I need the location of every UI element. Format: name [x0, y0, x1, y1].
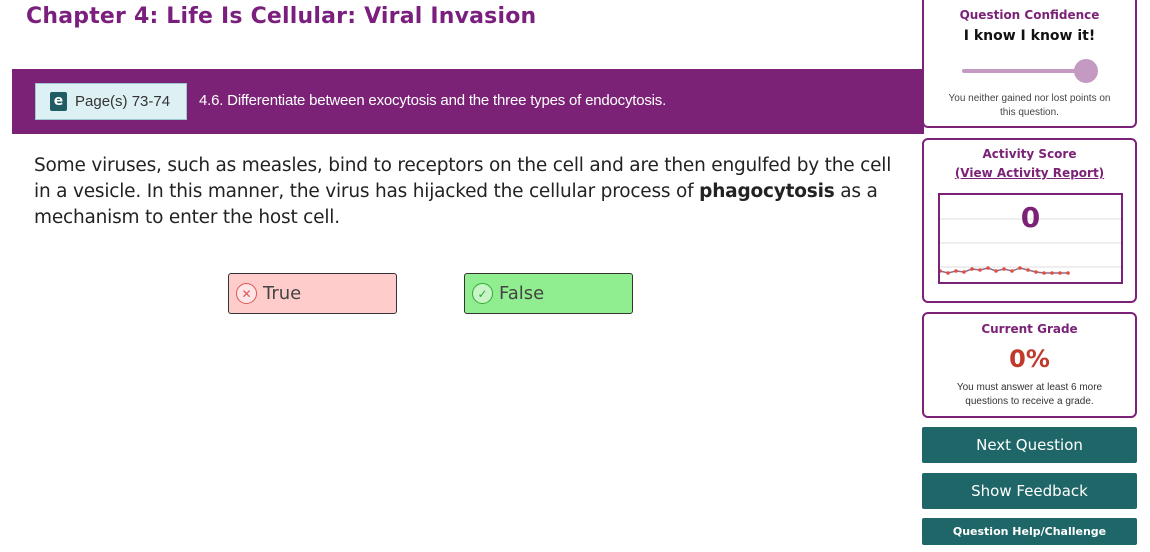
activity-score-value: 0 — [1020, 201, 1041, 234]
slider-thumb[interactable] — [1073, 59, 1098, 83]
next-question-button[interactable]: Next Question — [922, 427, 1137, 463]
question-bold-term: phagocytosis — [699, 181, 835, 202]
x-circle-icon: ✕ — [236, 283, 257, 304]
pages-label: Page(s) 73-74 — [75, 93, 171, 110]
activity-score-panel: Activity Score (View Activity Report) 0 — [922, 138, 1137, 303]
answer-false-button[interactable]: ✓ False — [464, 273, 633, 314]
learning-objective: 4.6. Differentiate between exocytosis an… — [199, 92, 667, 109]
question-text: Some viruses, such as measles, bind to r… — [34, 153, 894, 231]
score-history-graph: 0 — [938, 193, 1123, 284]
confidence-note: You neither gained nor lost points on th… — [948, 93, 1111, 118]
answer-true-label: True — [263, 283, 302, 304]
question-confidence-panel: Question Confidence I know I know it! Yo… — [922, 0, 1137, 128]
answer-true-button[interactable]: ✕ True — [228, 273, 397, 314]
check-circle-icon: ✓ — [472, 283, 493, 304]
current-grade-panel: Current Grade 0% You must answer at leas… — [922, 312, 1137, 418]
answer-false-label: False — [499, 283, 545, 304]
slider-track — [961, 69, 1086, 73]
activity-score-title: Activity Score — [982, 147, 1077, 161]
chapter-title: Chapter 4: Life Is Cellular: Viral Invas… — [26, 4, 537, 29]
current-grade-value: 0% — [1009, 345, 1050, 373]
ebook-icon: e — [50, 92, 67, 111]
current-grade-title: Current Grade — [981, 322, 1078, 336]
confidence-slider[interactable] — [961, 59, 1098, 83]
show-feedback-button[interactable]: Show Feedback — [922, 473, 1137, 509]
ebook-pages-button[interactable]: e Page(s) 73-74 — [35, 83, 187, 120]
question-help-challenge-button[interactable]: Question Help/Challenge — [922, 518, 1137, 545]
confidence-value: I know I know it! — [963, 28, 1096, 44]
current-grade-note: You must answer at least 6 more question… — [956, 382, 1103, 407]
confidence-title: Question Confidence — [959, 8, 1100, 22]
view-activity-report-link[interactable]: (View Activity Report) — [924, 166, 1135, 180]
